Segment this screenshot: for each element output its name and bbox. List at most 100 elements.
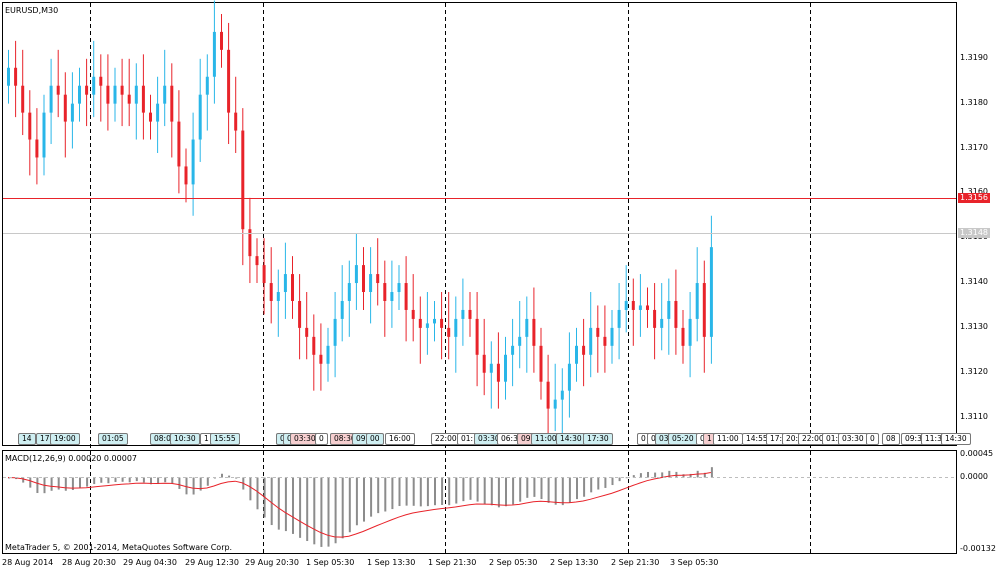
macd-bar bbox=[292, 477, 294, 534]
time-axis-label: 29 Aug 12:30 bbox=[185, 558, 239, 567]
macd-bar bbox=[86, 477, 89, 487]
macd-bar bbox=[57, 477, 60, 490]
bull-candle bbox=[347, 283, 351, 301]
bear-candle bbox=[411, 309, 415, 319]
economic-event-tag[interactable]: 14 bbox=[18, 433, 36, 445]
macd-bar bbox=[384, 477, 387, 512]
economic-event-tag[interactable]: 01:05 bbox=[98, 433, 128, 445]
bear-candle bbox=[106, 85, 110, 104]
economic-event-tag[interactable]: 0 bbox=[866, 433, 879, 445]
macd-bar bbox=[512, 477, 515, 505]
economic-event-tag[interactable]: 17:30 bbox=[583, 433, 613, 445]
bear-candle bbox=[496, 363, 500, 382]
bull-candle bbox=[617, 309, 621, 328]
time-axis-label: 29 Aug 20:30 bbox=[245, 558, 299, 567]
bear-candle bbox=[220, 31, 223, 50]
macd-bar bbox=[256, 477, 259, 510]
time-axis-label: 2 Sep 05:30 bbox=[489, 558, 538, 567]
bear-candle bbox=[362, 265, 365, 293]
bull-candle bbox=[42, 112, 46, 158]
macd-bar bbox=[284, 477, 287, 532]
macd-bar bbox=[547, 477, 550, 503]
macd-bar bbox=[455, 477, 458, 504]
economic-event-tag[interactable]: 15:55 bbox=[210, 433, 240, 445]
macd-bar bbox=[107, 477, 110, 484]
macd-bar bbox=[164, 477, 167, 483]
macd-bar bbox=[270, 477, 273, 526]
bear-candle bbox=[85, 85, 89, 95]
macd-bar bbox=[50, 477, 53, 491]
bull-candle bbox=[340, 300, 344, 319]
bull-candle bbox=[191, 139, 195, 185]
time-axis-label: 2 Sep 21:30 bbox=[611, 558, 660, 567]
chart-canvas[interactable] bbox=[0, 0, 1000, 574]
macd-bar bbox=[483, 477, 486, 505]
economic-event-tag[interactable]: 0 bbox=[315, 433, 328, 445]
macd-bar bbox=[540, 477, 543, 500]
macd-bar bbox=[370, 477, 373, 517]
economic-event-tag[interactable]: 08 bbox=[882, 433, 900, 445]
economic-event-tag[interactable]: 03:30 bbox=[838, 433, 868, 445]
macd-bar bbox=[639, 473, 642, 478]
bear-candle bbox=[653, 309, 657, 328]
bull-candle bbox=[326, 345, 330, 364]
economic-event-tag[interactable]: 14:30 bbox=[556, 433, 586, 445]
macd-bar bbox=[29, 477, 32, 488]
macd-bar bbox=[206, 477, 209, 486]
macd-histogram bbox=[7, 467, 713, 547]
macd-bar bbox=[419, 477, 422, 507]
bull-candle bbox=[276, 292, 280, 301]
bull-candle bbox=[163, 85, 167, 104]
bull-candle bbox=[156, 103, 160, 122]
bull-candle bbox=[433, 318, 436, 324]
price-axis-label: 1.3110 bbox=[960, 411, 988, 421]
bear-candle bbox=[227, 49, 231, 113]
macd-bar bbox=[462, 477, 465, 502]
price-axis-label: 1.3170 bbox=[960, 142, 988, 152]
time-axis-label: 3 Sep 05:30 bbox=[670, 558, 719, 567]
macd-bar bbox=[221, 473, 223, 478]
time-axis-label: 28 Aug 20:30 bbox=[62, 558, 116, 567]
bull-candle bbox=[78, 85, 81, 104]
macd-bar bbox=[412, 477, 415, 506]
price-axis-label: 1.3190 bbox=[960, 52, 988, 62]
economic-event-tag[interactable]: 11:00 bbox=[713, 433, 743, 445]
bear-candle bbox=[21, 85, 25, 113]
bear-candle bbox=[28, 112, 32, 140]
time-axis-label: 1 Sep 13:30 bbox=[367, 558, 416, 567]
bear-candle bbox=[631, 300, 635, 310]
bear-candle bbox=[305, 327, 309, 337]
macd-bar bbox=[320, 477, 323, 547]
economic-event-tag[interactable]: 16:00 bbox=[385, 433, 415, 445]
economic-event-tag[interactable]: 19:00 bbox=[50, 433, 80, 445]
bull-candle bbox=[518, 336, 522, 346]
bear-candle bbox=[383, 283, 387, 301]
macd-axis-zero: 0.0000 bbox=[960, 472, 988, 481]
bull-candle bbox=[283, 274, 287, 293]
time-axis-label: 1 Sep 05:30 bbox=[306, 558, 355, 567]
macd-bar bbox=[568, 477, 571, 503]
economic-event-tag[interactable]: 14:30 bbox=[941, 433, 971, 445]
economic-event-tag[interactable]: 05:20 bbox=[668, 433, 698, 445]
macd-bar bbox=[405, 477, 408, 506]
macd-bar bbox=[590, 477, 593, 493]
price-axis-label: 1.3120 bbox=[960, 366, 988, 376]
bear-candle bbox=[546, 381, 550, 409]
bull-candle bbox=[454, 318, 458, 337]
macd-bar bbox=[554, 477, 557, 505]
macd-bar bbox=[426, 477, 429, 507]
macd-bar bbox=[348, 477, 351, 533]
macd-bar bbox=[398, 477, 401, 507]
bull-candle bbox=[461, 309, 465, 319]
bear-candle bbox=[291, 274, 294, 301]
trading-chart-window[interactable]: EURUSD,M30 MACD(12,26,9) 0.00020 0.00007… bbox=[0, 0, 1000, 574]
macd-bar bbox=[22, 477, 25, 483]
economic-event-tag[interactable]: 00 bbox=[366, 433, 384, 445]
time-axis-label: 1 Sep 21:30 bbox=[428, 558, 477, 567]
bear-candle bbox=[582, 345, 586, 355]
bull-candle bbox=[333, 318, 337, 346]
bear-candle bbox=[14, 67, 18, 86]
economic-event-tag[interactable]: 10:30 bbox=[170, 433, 200, 445]
macd-bar bbox=[441, 477, 444, 505]
macd-bar bbox=[334, 477, 337, 544]
